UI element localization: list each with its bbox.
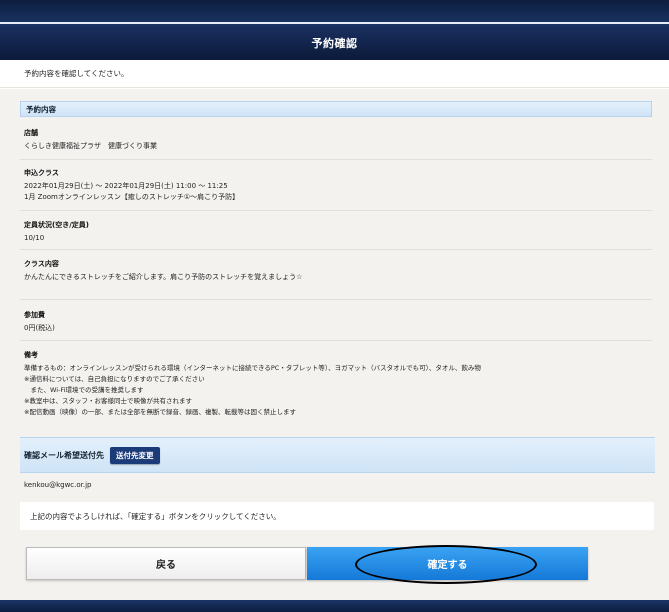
top-divider bbox=[0, 22, 669, 24]
notes-field: 備考 準備するもの：オンラインレッスンが受けられる環境（インターネットに接続でき… bbox=[24, 350, 652, 418]
divider bbox=[20, 159, 652, 160]
capacity-label: 定員状況(空き/定員) bbox=[24, 221, 89, 229]
notes-value: 準備するもの：オンラインレッスンが受けられる環境（インターネットに接続できるPC… bbox=[24, 363, 652, 418]
class-label: 申込クラス bbox=[24, 169, 59, 177]
store-value: くらしき健康福祉プラザ 健康づくり事業 bbox=[24, 142, 157, 150]
class-datetime: 2022年01月29日(土) ～ 2022年01月29日(土) 11:00 ～ … bbox=[24, 182, 228, 190]
class-name: 1月 Zoomオンラインレッスン【癒しのストレッチ①～肩こり予防】 bbox=[24, 193, 240, 201]
instruction-text: 予約内容を確認してください。 bbox=[0, 60, 669, 88]
fee-field: 参加費 0円(税込) bbox=[24, 310, 652, 334]
notes-line: また、Wi-Fi環境での受講を推奨します bbox=[24, 386, 144, 394]
confirm-instruction: 上記の内容でよろしければ、「確定する」ボタンをクリックしてください。 bbox=[20, 502, 654, 530]
page-title: 予約確認 bbox=[0, 26, 669, 60]
class-content-label: クラス内容 bbox=[24, 260, 59, 268]
capacity-field: 定員状況(空き/定員) 10/10 bbox=[24, 220, 652, 244]
mail-section-header: 確認メール希望送付先 送付先変更 bbox=[20, 437, 655, 473]
reservation-section-header: 予約内容 bbox=[20, 101, 652, 117]
mail-title: 確認メール希望送付先 bbox=[24, 450, 104, 460]
divider bbox=[20, 299, 652, 300]
confirm-button[interactable]: 確定する bbox=[307, 547, 588, 580]
class-content-value: かんたんにできるストレッチをご紹介します。肩こり予防のストレッチを覚えましょう☆ bbox=[24, 273, 303, 281]
divider bbox=[20, 249, 652, 250]
notes-line: ※通信料については、自己負担になりますのでご了承ください bbox=[24, 375, 205, 383]
notes-line: ※教室中は、スタッフ・お客様同士で映像が共有されます bbox=[24, 397, 192, 405]
class-value: 2022年01月29日(土) ～ 2022年01月29日(土) 11:00 ～ … bbox=[24, 181, 652, 203]
divider bbox=[20, 210, 652, 211]
email-value: kenkou@kgwc.or.jp bbox=[24, 481, 92, 489]
notes-line: 準備するもの：オンラインレッスンが受けられる環境（インターネットに接続できるPC… bbox=[24, 364, 481, 372]
bottom-band bbox=[0, 600, 669, 612]
class-content-field: クラス内容 かんたんにできるストレッチをご紹介します。肩こり予防のストレッチを覚… bbox=[24, 259, 652, 283]
divider bbox=[20, 340, 652, 341]
notes-line: ※配信動画（映像）の一部、または全部を無断で録音、録画、複製、転載等は固く禁止し… bbox=[24, 408, 296, 416]
store-field: 店舗 くらしき健康福祉プラザ 健康づくり事業 bbox=[24, 128, 652, 152]
notes-label: 備考 bbox=[24, 351, 38, 359]
back-button[interactable]: 戻る bbox=[26, 547, 306, 580]
capacity-value: 10/10 bbox=[24, 234, 45, 242]
fee-value: 0円(税込) bbox=[24, 324, 55, 332]
fee-label: 参加費 bbox=[24, 311, 45, 319]
class-field: 申込クラス 2022年01月29日(土) ～ 2022年01月29日(土) 11… bbox=[24, 168, 652, 203]
store-label: 店舗 bbox=[24, 129, 38, 137]
change-address-button[interactable]: 送付先変更 bbox=[110, 446, 160, 464]
